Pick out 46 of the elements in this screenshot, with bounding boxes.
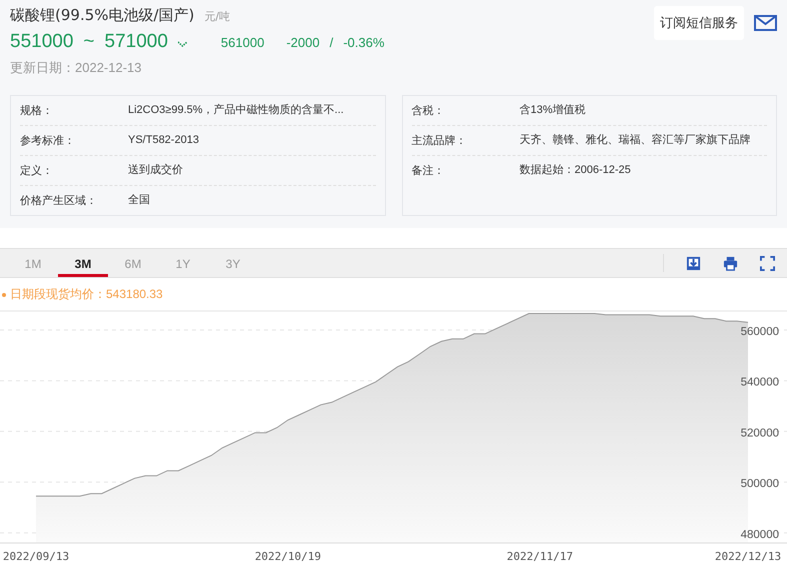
price-low: 551000: [10, 31, 74, 53]
unit-label: 元/吨: [204, 9, 230, 24]
down-trend-icon: [178, 41, 187, 47]
info-value: 送到成交价: [128, 163, 184, 178]
change-separator: /: [330, 35, 334, 50]
chart-legend: 日期段现货均价：543180.33: [10, 286, 163, 303]
y-axis-label: 540000: [740, 376, 779, 389]
info-value: 天齐、赣锋、雅化、瑞福、容汇等厂家旗下品牌: [520, 133, 752, 148]
print-icon[interactable]: [723, 256, 738, 270]
y-axis-label: 480000: [740, 528, 779, 541]
range-tab[interactable]: 1M: [8, 249, 58, 277]
fullscreen-icon[interactable]: [760, 256, 775, 270]
info-label: 参考标准：: [20, 134, 76, 148]
price-change: -2000: [286, 35, 320, 50]
info-value: YS/T582-2013: [128, 133, 200, 148]
subscribe-button[interactable]: 订阅短信服务: [654, 6, 744, 40]
download-image-icon[interactable]: [686, 256, 701, 270]
update-date: 更新日期：2022-12-13: [10, 59, 142, 77]
info-label: 备注：: [412, 164, 446, 178]
info-value: Li2CO3≥99.5%，产品中磁性物质的含量不...: [128, 103, 345, 118]
info-label: 定义：: [20, 164, 54, 178]
average-price: 561000: [220, 35, 264, 50]
info-value: 全国: [128, 193, 151, 208]
y-axis-label: 560000: [740, 326, 779, 338]
info-label: 主流品牌：: [412, 134, 468, 148]
info-label: 规格：: [20, 104, 54, 118]
info-value: 数据起始：2006-12-25: [520, 163, 632, 178]
price-high: 571000: [104, 31, 168, 53]
mail-icon[interactable]: [754, 15, 777, 31]
info-label: 价格产生区域：: [20, 194, 98, 208]
x-axis-label: 2022/10/19: [254, 550, 322, 563]
x-axis-label: 2022/12/13: [714, 550, 782, 563]
change-percent: -0.36%: [343, 35, 384, 50]
range-tab[interactable]: 6M: [108, 249, 158, 277]
y-axis-label: 520000: [740, 427, 779, 440]
range-tab[interactable]: 3Y: [208, 249, 258, 277]
y-axis-label: 500000: [740, 478, 779, 490]
legend-dot-icon: [2, 292, 6, 296]
x-axis-label: 2022/11/17: [506, 550, 573, 563]
range-separator: ~: [83, 31, 95, 53]
range-tab[interactable]: 3M: [58, 249, 108, 277]
info-label: 含税：: [412, 104, 446, 118]
range-tab[interactable]: 1Y: [158, 249, 208, 277]
product-title: 碳酸锂(99.5%电池级/国产): [10, 6, 194, 25]
info-value: 含13%增值税: [520, 103, 587, 118]
x-axis-label: 2022/09/13: [2, 550, 70, 563]
